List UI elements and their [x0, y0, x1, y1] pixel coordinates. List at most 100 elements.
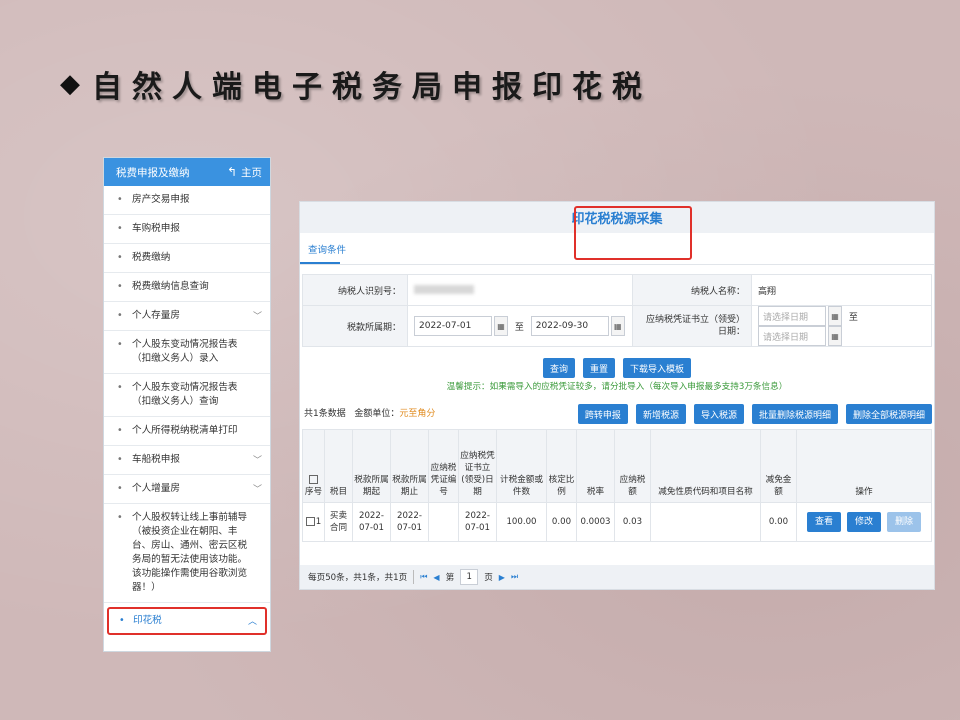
sidebar-item-label: 个人股东变动情况报告表（扣缴义务人）录入: [132, 339, 238, 364]
sidebar-item-label: 个人存量房: [132, 310, 180, 321]
sidebar-item-label: 车购税申报: [132, 223, 180, 234]
cell-operations: 查看 修改 删除: [796, 502, 932, 542]
slide-title: ◆ 自然人端电子税务局申报印花税: [60, 60, 652, 108]
column-header-label: 序号: [304, 487, 323, 497]
sidebar-item[interactable]: 税费缴纳: [104, 244, 270, 273]
page-number-input[interactable]: 1: [460, 569, 479, 585]
import-source-button[interactable]: 导入税源: [693, 404, 744, 424]
tab-query-conditions[interactable]: 查询条件: [308, 242, 346, 256]
table-row: 1 买卖合同 2022-07-01 2022-07-01 2022-07-01 100.0…: [302, 502, 932, 542]
row-checkbox[interactable]: [305, 517, 315, 526]
cell-value: 1: [315, 517, 322, 527]
calendar-icon[interactable]: ▦: [494, 316, 508, 336]
sidebar-item[interactable]: 个人股东变动情况报告表（扣缴义务人）查询: [104, 374, 270, 417]
cert-date-start-input[interactable]: 请选择日期: [758, 306, 826, 326]
sidebar-item-label: 个人增量房: [132, 483, 180, 494]
column-header: 应纳税额: [614, 429, 651, 503]
taxpayer-name-label: 纳税人名称：: [632, 274, 752, 306]
edit-button[interactable]: 修改: [846, 512, 881, 532]
column-header-label: 应纳税额: [619, 475, 646, 497]
calendar-icon[interactable]: ▦: [828, 326, 842, 346]
cell-value: 0.00: [551, 517, 572, 527]
stamp-tax-panel: 印花税税源采集 查询条件 纳税人识别号： 纳税人名称： 高翔 税款所属期： 20…: [299, 201, 935, 590]
chevron-down-icon: ﹀: [252, 456, 262, 466]
chevron-down-icon: ﹀: [252, 312, 262, 322]
taxpayer-id-value: [407, 274, 633, 306]
calendar-icon[interactable]: ▦: [610, 316, 625, 336]
delete-button[interactable]: 删除: [887, 512, 922, 532]
delete-all-button[interactable]: 删除全部税源明细: [845, 404, 932, 424]
batch-delete-button[interactable]: 批量删除税源明细: [751, 404, 838, 424]
first-page-icon[interactable]: ⏮: [420, 572, 427, 582]
period-range: 2022-07-01 ▦ 至 2022-09-30 ▦: [407, 305, 633, 347]
masked-taxpayer-id: [414, 285, 474, 294]
column-header-label: 税款所属期起: [354, 475, 389, 497]
chevron-up-icon: ︿: [247, 617, 257, 627]
query-form: 纳税人识别号： 纳税人名称： 高翔 税款所属期： 2022-07-01 ▦ 至 2…: [302, 274, 932, 347]
diamond-bullet-icon: ◆: [60, 69, 80, 99]
sidebar-item[interactable]: 个人股权转让线上事前辅导（被投资企业在朝阳、丰台、房山、通州、密云区税务局的暂无…: [104, 504, 270, 603]
query-button[interactable]: 查询: [542, 358, 575, 378]
sidebar-item-label: 房产交易申报: [132, 194, 190, 205]
column-header: 应纳税凭证编号: [428, 429, 459, 503]
sidebar-item[interactable]: 个人所得税纳税清单打印: [104, 417, 270, 446]
period-label: 税款所属期：: [302, 305, 408, 347]
reset-button[interactable]: 重置: [582, 358, 615, 378]
sidebar-item-label: 个人股东变动情况报告表（扣缴义务人）查询: [132, 382, 238, 407]
view-button[interactable]: 查看: [806, 512, 841, 532]
sidebar-item[interactable]: 税费缴纳信息查询: [104, 273, 270, 302]
pager-info: 每页50条，共1条，共1页: [308, 573, 408, 583]
period-start-input[interactable]: 2022-07-01: [414, 316, 492, 336]
cell-item: 买卖合同: [324, 502, 353, 542]
record-count: 共1条数据: [304, 409, 346, 419]
last-page-icon[interactable]: ⏭: [511, 572, 518, 582]
add-source-button[interactable]: 新增税源: [635, 404, 686, 424]
cell-index: 1: [302, 502, 325, 542]
prev-page-icon[interactable]: ◀: [433, 573, 439, 582]
column-header-label: 应纳税凭证书立(领受)日期: [460, 451, 495, 497]
cross-declare-button[interactable]: 跨转申报: [577, 404, 628, 424]
column-header-label: 应纳税凭证编号: [430, 463, 457, 497]
select-all-checkbox[interactable]: [308, 475, 318, 484]
action-button-group: 跨转申报 新增税源 导入税源 批量删除税源明细 删除全部税源明细: [577, 404, 932, 424]
column-header: 核定比例: [546, 429, 577, 503]
sidebar-item[interactable]: 个人股东变动情况报告表（扣缴义务人）录入: [104, 331, 270, 374]
cell-amount: 100.00: [496, 502, 547, 542]
calendar-icon[interactable]: ▦: [828, 306, 842, 326]
result-summary: 共1条数据 金额单位：元至角分: [304, 406, 435, 419]
column-header: 减免金额: [760, 429, 797, 503]
column-header-label: 计税金额或件数: [500, 475, 543, 497]
cell-tax: 0.03: [614, 502, 651, 542]
highlight-box-title: [574, 206, 692, 260]
unit-label: 金额单位：: [354, 409, 400, 419]
cert-date-end-input[interactable]: 请选择日期: [758, 326, 826, 346]
sidebar-item-label: 车船税申报: [132, 454, 180, 465]
sidebar-item-label: 个人股权转让线上事前辅导（被投资企业在朝阳、丰台、房山、通州、密云区税务局的暂无…: [132, 512, 248, 593]
column-header-label: 减免金额: [765, 475, 792, 497]
range-separator: 至: [514, 322, 524, 333]
cell-value: 0.0003: [580, 517, 611, 527]
home-button[interactable]: ↰ 主页: [227, 165, 262, 180]
sidebar-item[interactable]: 车购税申报: [104, 215, 270, 244]
sidebar-item[interactable]: 车船税申报 ﹀: [104, 446, 270, 475]
sidebar: 税费申报及缴纳 ↰ 主页 房产交易申报车购税申报税费缴纳税费缴纳信息查询个人存量…: [103, 157, 271, 652]
home-label: 主页: [241, 166, 262, 179]
column-header-label: 减免性质代码和项目名称: [658, 487, 753, 497]
sidebar-item-label: 税费缴纳: [132, 252, 171, 263]
download-template-button[interactable]: 下载导入模板: [623, 358, 692, 378]
sidebar-item[interactable]: 个人增量房 ﹀: [104, 475, 270, 504]
sidebar-item[interactable]: 印花税 ︿: [107, 607, 267, 635]
period-end-input[interactable]: 2022-09-30: [530, 316, 609, 336]
column-header-label: 核定比例: [548, 475, 575, 497]
sidebar-item[interactable]: 房产交易申报: [104, 186, 270, 215]
cert-date-label: 应纳税凭证书立（领受）日期：: [632, 305, 752, 347]
import-tip: 温馨提示：如果需导入的应税凭证较多，请分批导入（每次导入申报最多支持3万条信息）: [446, 382, 788, 392]
column-header-label: 税目: [329, 487, 348, 497]
row-actions: 查看 修改 删除: [798, 512, 930, 532]
slide-title-text: 自然人端电子税务局申报印花税: [92, 70, 652, 105]
cell-ratio: 0.00: [546, 502, 577, 542]
sidebar-item[interactable]: 个人存量房 ﹀: [104, 302, 270, 331]
range-separator: 至: [848, 312, 858, 323]
next-page-icon[interactable]: ▶: [499, 573, 505, 582]
cell-value: 0.00: [768, 517, 789, 527]
